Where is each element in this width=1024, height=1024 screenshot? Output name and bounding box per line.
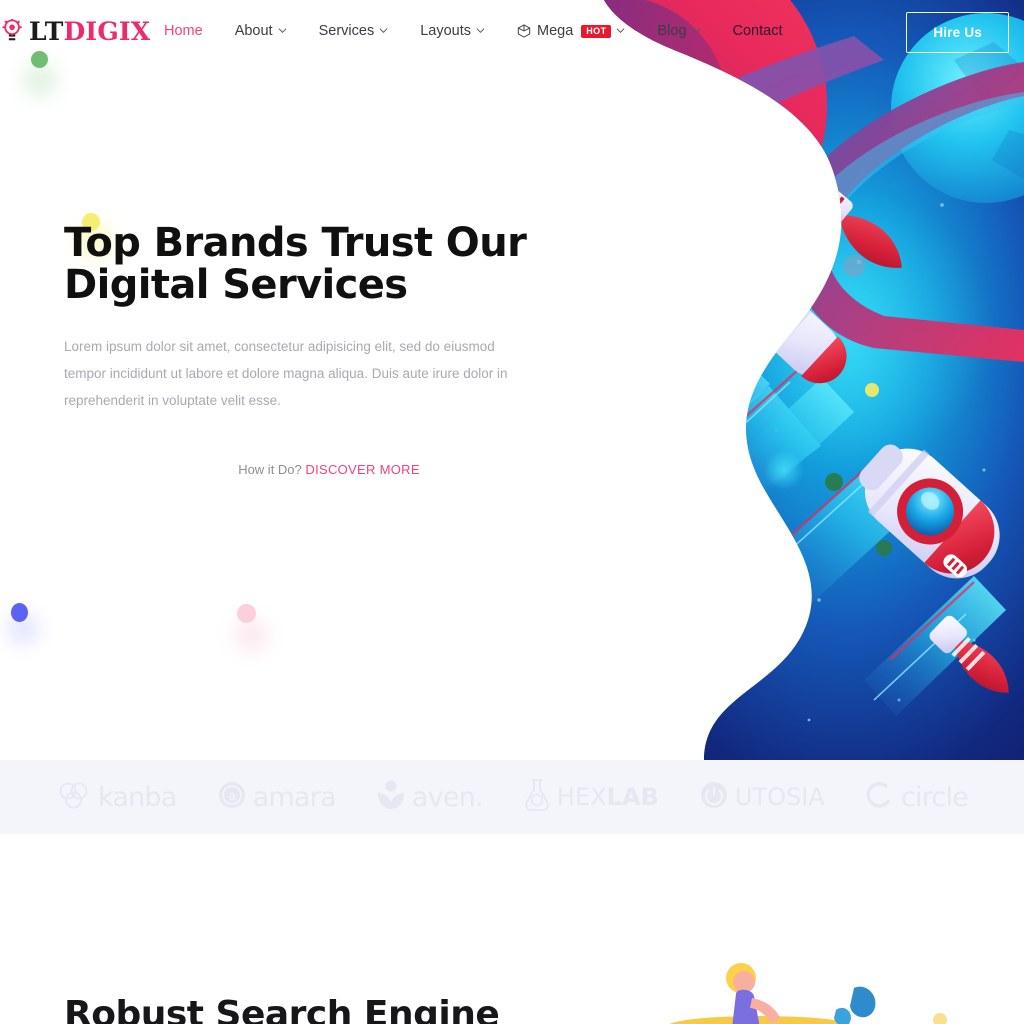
nav-label: Home <box>164 23 203 39</box>
brand-logo-kanba[interactable]: kanba <box>56 780 177 815</box>
chevron-down-icon <box>616 26 625 35</box>
nav-item-blog[interactable]: Blog <box>641 17 716 45</box>
hire-us-button[interactable]: Hire Us <box>906 12 1009 53</box>
nav-item-layouts[interactable]: Layouts <box>404 17 501 45</box>
logo-text-primary: LT <box>29 16 64 46</box>
nav-item-home[interactable]: Home <box>148 17 219 45</box>
brand-label: UTOSIA <box>734 783 825 811</box>
brand-logo-utosia[interactable]: UTOSIA <box>699 780 825 815</box>
person-rowing-illustration <box>640 952 1024 1024</box>
brand-label: circle <box>900 781 969 813</box>
hero-description: Lorem ipsum dolor sit amet, consectetur … <box>64 338 508 408</box>
broken-ring-icon <box>865 780 895 815</box>
brand-logo-aven[interactable]: aven. <box>376 779 484 816</box>
nav-item-services[interactable]: Services <box>303 17 405 45</box>
brand-logo-amara[interactable]: a amara <box>217 780 337 815</box>
chevron-down-icon <box>692 26 701 35</box>
decor-dot-blue <box>11 603 28 622</box>
interlocking-circles-icon <box>56 780 92 815</box>
power-button-icon <box>699 780 729 815</box>
nav-label: Contact <box>732 23 783 39</box>
brand-logo-circle[interactable]: circle <box>865 780 969 815</box>
nav-label: Blog <box>657 23 687 39</box>
chevron-down-icon <box>476 26 485 35</box>
hero-cta-row: How it Do? DISCOVER MORE <box>64 462 594 477</box>
decor-dot-pink <box>237 604 256 623</box>
brand-logos-strip: kanba a amara aven. HEXLAB UTOSIA circle <box>0 760 1024 834</box>
nav-label: Mega <box>537 23 574 39</box>
chevron-down-icon <box>278 26 287 35</box>
nav-item-about[interactable]: About <box>219 17 303 45</box>
brand-logo-hexlab[interactable]: HEXLAB <box>523 778 659 817</box>
brand-label: kanba <box>98 781 177 813</box>
hero-title-line2: Digital Services <box>64 262 408 309</box>
search-engine-section: Robust Search Engine <box>0 834 1024 1024</box>
brand-label: aven. <box>411 781 484 813</box>
section-title: Robust Search Engine <box>64 994 500 1024</box>
logo-text-accent: DIGIX <box>63 16 151 46</box>
hero-section: Top Brands Trust Our Digital Services Lo… <box>64 222 564 477</box>
main-navigation: Home About Services Layouts Mega HOT Blo… <box>148 17 799 45</box>
nav-label: Layouts <box>420 23 471 39</box>
flask-icon <box>523 778 551 817</box>
cube-icon <box>517 24 531 38</box>
hero-title: Top Brands Trust Our Digital Services <box>64 222 564 307</box>
hero-cta-prefix: How it Do? <box>238 461 302 477</box>
nav-item-mega[interactable]: Mega HOT <box>501 17 641 45</box>
discover-more-link[interactable]: DISCOVER MORE <box>305 462 419 477</box>
hero-illustration <box>554 0 1024 760</box>
brand-label: amara <box>252 781 337 813</box>
hero-title-line1: Top Brands Trust Our <box>64 220 527 266</box>
nav-label: Services <box>318 23 375 39</box>
gear-bulb-icon <box>2 18 24 43</box>
nav-label: About <box>234 23 273 39</box>
site-logo[interactable]: LTDIGIX <box>0 16 150 46</box>
site-header: LTDIGIX Home About Services Layouts Mega… <box>0 0 1024 62</box>
chevron-down-icon <box>379 26 388 35</box>
brand-label: HEXLAB <box>556 783 659 811</box>
badge-a-icon: a <box>217 780 247 815</box>
hot-badge: HOT <box>581 24 612 38</box>
decor-glow-pink <box>234 618 268 652</box>
nav-item-contact[interactable]: Contact <box>717 17 799 45</box>
leaf-plant-icon <box>376 779 406 816</box>
svg-text:a: a <box>228 789 235 803</box>
